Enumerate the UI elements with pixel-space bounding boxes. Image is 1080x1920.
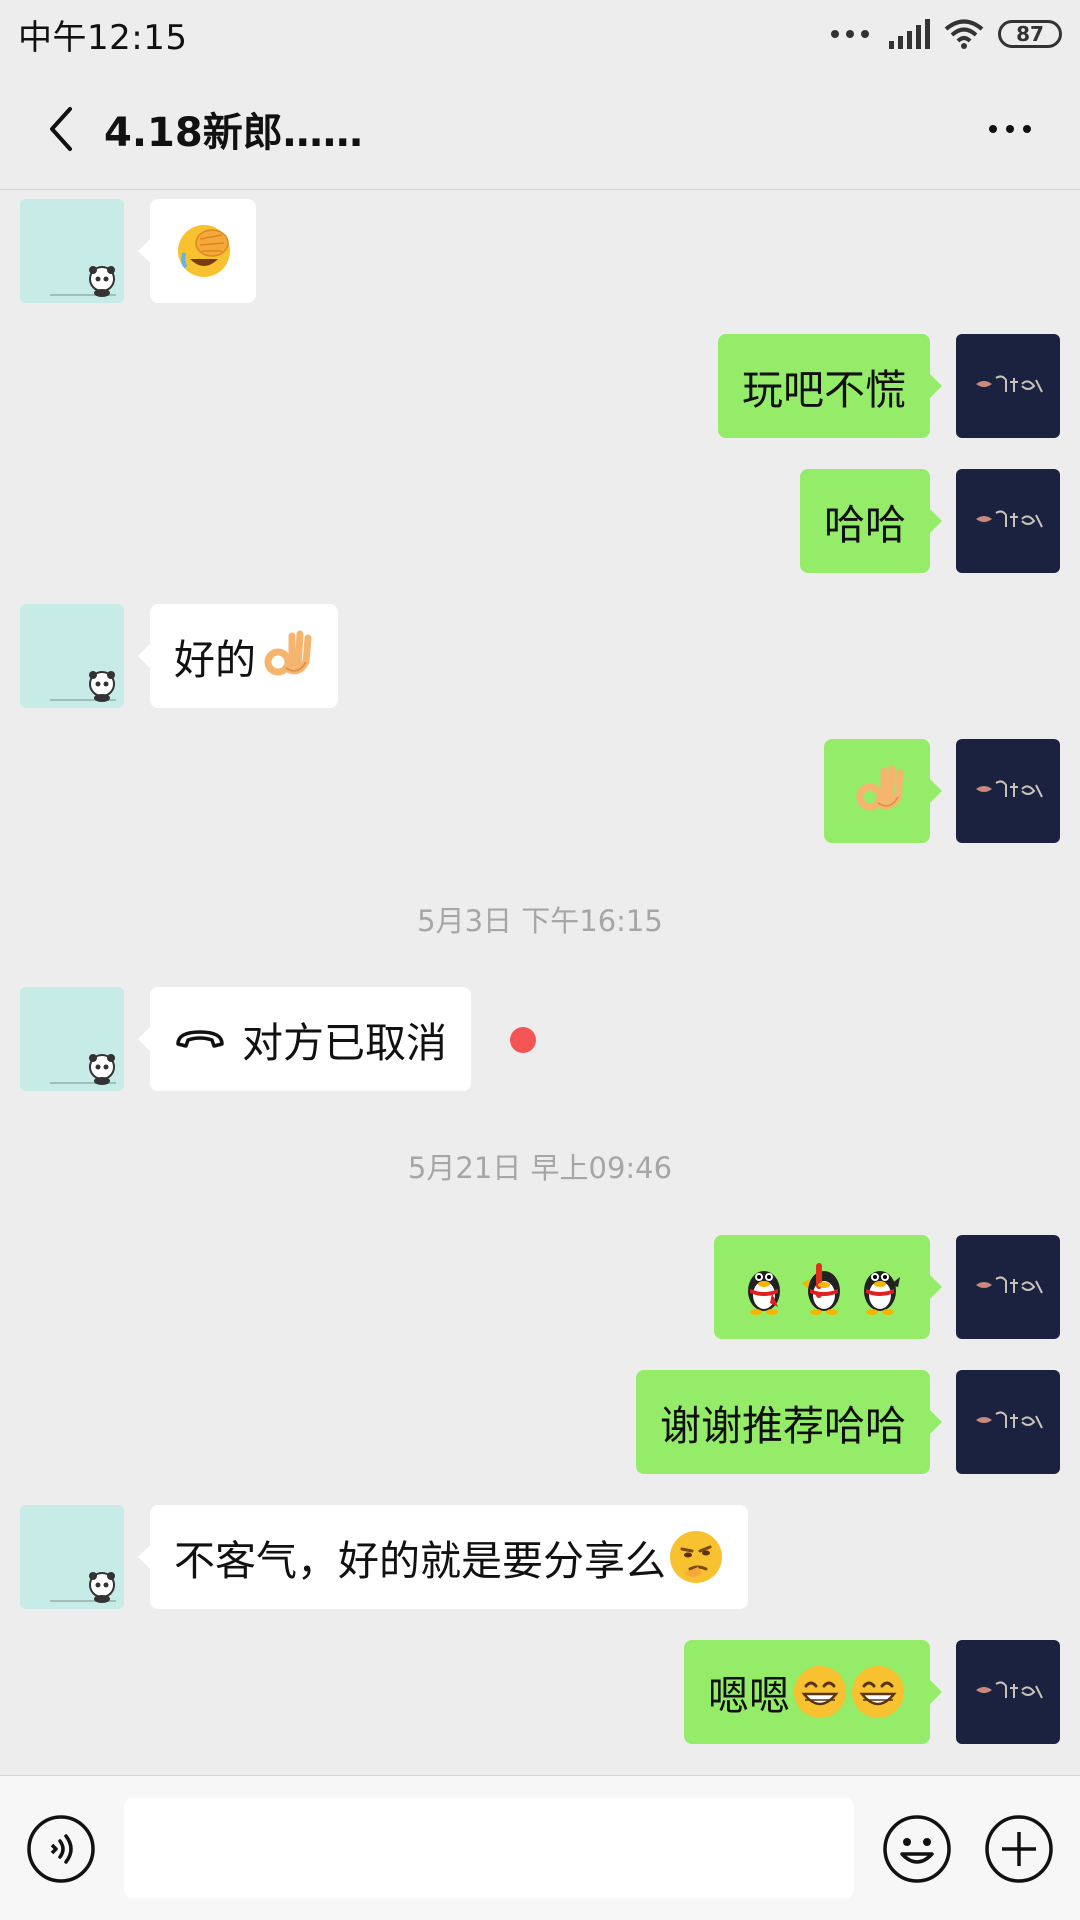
unread-dot <box>510 1027 536 1053</box>
smiley-icon <box>883 1815 951 1883</box>
back-button[interactable] <box>26 94 96 164</box>
grin-emoji <box>850 1664 906 1720</box>
message-bubble[interactable]: 嗯嗯 <box>684 1640 942 1744</box>
self-avatar[interactable] <box>956 334 1060 438</box>
message-bubble[interactable] <box>138 199 256 303</box>
panda-avatar-icon <box>50 1572 116 1603</box>
more-options-button[interactable] <box>970 99 1050 159</box>
grin-emoji <box>792 1664 848 1720</box>
message-row <box>0 1235 1080 1339</box>
message-row: 哈哈 <box>0 469 1080 573</box>
facepalm-laugh-emoji <box>176 223 232 279</box>
message-text: 对方已取消 <box>242 1019 447 1067</box>
message-list[interactable]: 玩吧不慌 哈哈 好的 5月3日 下午16:15 对方已取消 5月21日 早上09… <box>0 190 1080 1775</box>
message-row: 谢谢推荐哈哈 <box>0 1370 1080 1474</box>
self-avatar[interactable] <box>956 739 1060 843</box>
logo-avatar-icon <box>976 510 1043 528</box>
logo-avatar-icon <box>976 1411 1043 1429</box>
panda-avatar-icon <box>50 671 116 702</box>
ok-hand-emoji <box>258 628 314 684</box>
contact-avatar[interactable] <box>20 199 124 303</box>
message-text: 谢谢推荐哈哈 <box>660 1402 906 1450</box>
message-row: 嗯嗯 <box>0 1640 1080 1744</box>
panda-avatar-icon <box>50 1054 116 1085</box>
logo-avatar-icon <box>976 1276 1043 1294</box>
message-text: 不客气，好的就是要分享么 <box>174 1537 666 1585</box>
message-input[interactable] <box>124 1798 854 1898</box>
message-bubble[interactable] <box>714 1235 942 1339</box>
more-notifications-icon <box>831 30 869 38</box>
message-row: 不客气，好的就是要分享么 <box>0 1505 1080 1609</box>
chevron-left-icon <box>50 106 72 151</box>
message-bubble[interactable]: 不客气，好的就是要分享么 <box>138 1505 748 1609</box>
message-bubble[interactable]: 玩吧不慌 <box>718 334 942 438</box>
logo-avatar-icon <box>976 1681 1043 1699</box>
chat-header: 4.18新郎…… <box>0 68 1080 190</box>
message-bubble[interactable]: 哈哈 <box>800 469 942 573</box>
status-time: 中午12:15 <box>18 17 188 58</box>
penguin-emojis <box>738 1259 906 1315</box>
timestamp-label: 5月21日 早上09:46 <box>407 1151 673 1185</box>
chat-title: 4.18新郎…… <box>104 109 363 156</box>
message-text: 哈哈 <box>824 501 906 549</box>
voice-icon <box>27 1815 95 1883</box>
contact-avatar[interactable] <box>20 604 124 708</box>
panda-avatar-icon <box>50 266 116 297</box>
logo-avatar-icon <box>976 375 1043 393</box>
status-icons: 87 <box>831 18 1062 50</box>
phone-hangup-icon <box>176 1030 224 1048</box>
message-row <box>0 199 1080 303</box>
more-actions-button[interactable] <box>984 1814 1054 1884</box>
call-message-bubble[interactable]: 对方已取消 <box>138 987 471 1091</box>
penguin-emoji <box>864 1271 900 1315</box>
ok-hand-emoji <box>850 763 906 819</box>
cell-signal-icon <box>889 19 930 49</box>
message-bubble[interactable]: 好的 <box>138 604 338 708</box>
self-avatar[interactable] <box>956 1370 1060 1474</box>
voice-input-button[interactable] <box>26 1814 96 1884</box>
message-row: 玩吧不慌 <box>0 334 1080 438</box>
more-dot-icon <box>1023 124 1031 133</box>
wifi-icon <box>944 19 984 49</box>
message-row: 对方已取消 <box>0 987 1080 1091</box>
self-avatar[interactable] <box>956 1640 1060 1744</box>
message-text: 玩吧不慌 <box>742 366 906 414</box>
emoji-button[interactable] <box>882 1814 952 1884</box>
message-text: 嗯嗯 <box>708 1672 790 1720</box>
logo-avatar-icon <box>976 780 1043 798</box>
message-bubble[interactable]: 谢谢推荐哈哈 <box>636 1370 942 1474</box>
contact-avatar[interactable] <box>20 1505 124 1609</box>
status-bar: 中午12:15 87 <box>0 0 1080 68</box>
penguin-emoji <box>802 1263 840 1315</box>
smirk-emoji <box>668 1529 724 1585</box>
penguin-emoji <box>748 1271 780 1315</box>
self-avatar[interactable] <box>956 1235 1060 1339</box>
message-bubble[interactable] <box>824 739 942 843</box>
plus-circle-icon <box>985 1815 1053 1883</box>
battery-indicator: 87 <box>998 20 1062 48</box>
message-row <box>0 739 1080 843</box>
more-dot-icon <box>1006 124 1014 133</box>
more-dot-icon <box>989 124 997 133</box>
input-bar <box>0 1775 1080 1920</box>
message-text: 好的 <box>174 636 256 684</box>
timestamp-label: 5月3日 下午16:15 <box>417 904 663 938</box>
self-avatar[interactable] <box>956 469 1060 573</box>
battery-level: 87 <box>1016 22 1044 46</box>
message-row: 好的 <box>0 604 1080 708</box>
contact-avatar[interactable] <box>20 987 124 1091</box>
